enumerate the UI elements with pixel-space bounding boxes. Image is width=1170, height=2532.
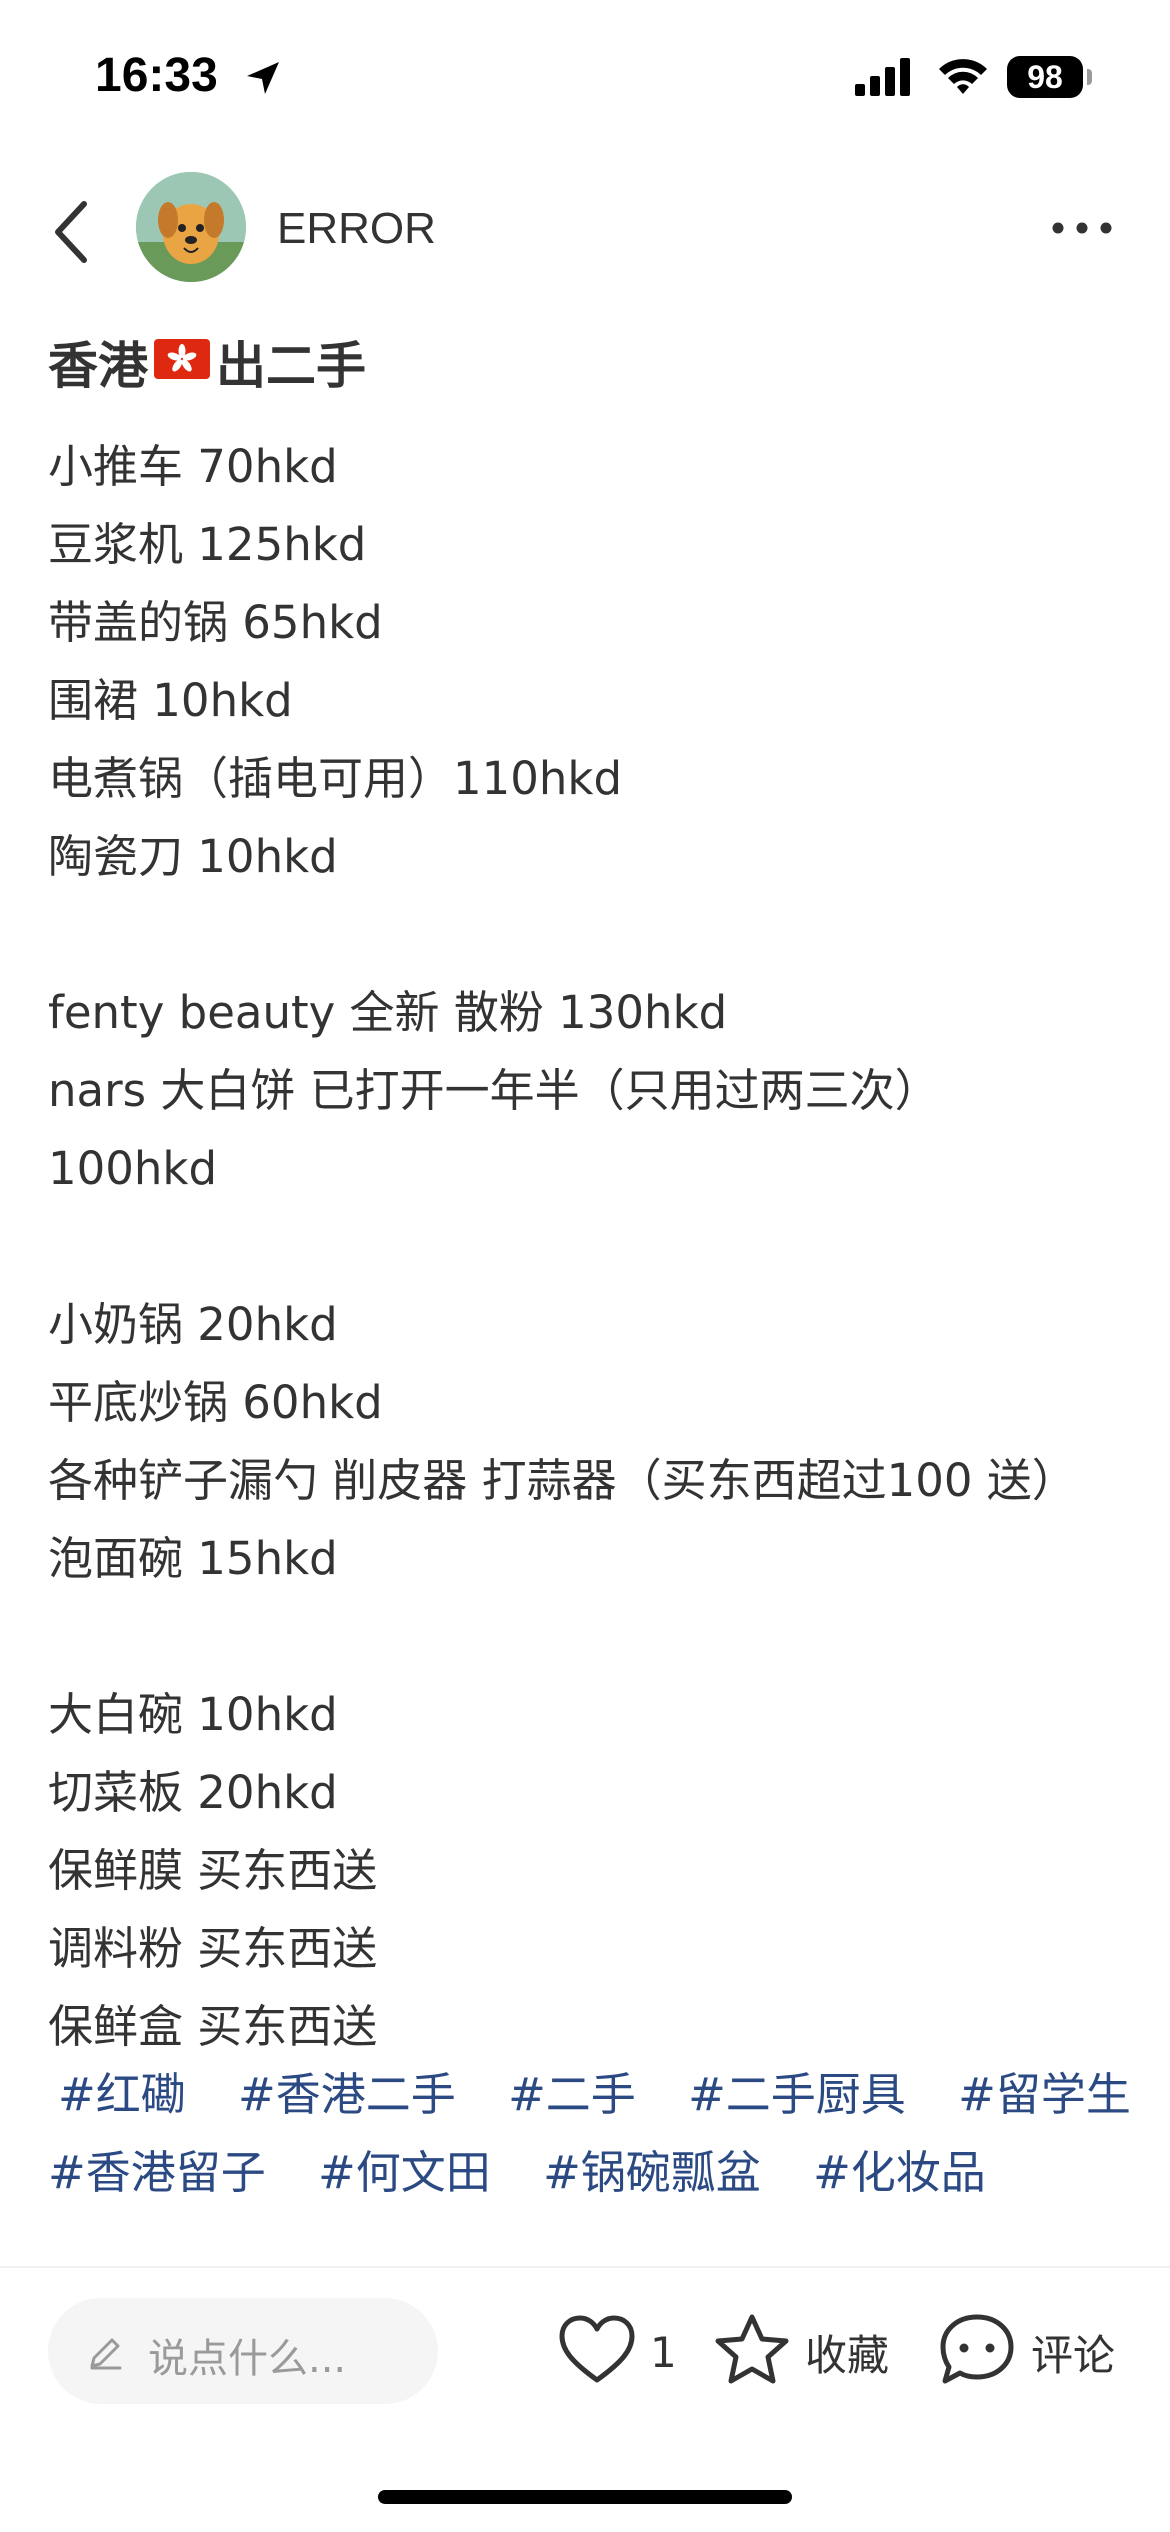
body-blank-line bbox=[48, 1208, 1138, 1286]
comment-input[interactable]: 说点什么... bbox=[48, 2298, 438, 2404]
hashtag-link[interactable]: #红磡 bbox=[58, 2056, 186, 2134]
body-line: 电煮锅（插电可用）110hkd bbox=[48, 752, 623, 805]
cellular-signal-icon bbox=[855, 58, 915, 102]
pencil-icon bbox=[86, 2332, 126, 2376]
hashtag-link[interactable]: #何文田 bbox=[318, 2134, 491, 2212]
hashtag-link[interactable]: #锅碗瓢盆 bbox=[543, 2134, 761, 2212]
hashtag-list: #红磡 #香港二手 #二手 #二手厨具 #留学生 #香港留子 #何文田 #锅碗瓢… bbox=[48, 2056, 1148, 2212]
body-line: 保鲜盒 买东西送 bbox=[48, 2000, 378, 2053]
body-line: nars 大白饼 已打开一年半（只用过两三次） bbox=[48, 1064, 940, 1117]
hashtag-row: #红磡 #香港二手 #二手 #二手厨具 #留学生 bbox=[48, 2056, 1148, 2134]
body-line: fenty beauty 全新 散粉 130hkd bbox=[48, 986, 728, 1039]
home-indicator[interactable] bbox=[378, 2490, 792, 2504]
comment-button[interactable]: 评论 bbox=[937, 2310, 1115, 2394]
status-bar: 16:33 98 bbox=[0, 0, 1170, 150]
hashtag-link[interactable]: #二手厨具 bbox=[688, 2056, 906, 2134]
hong-kong-flag-icon bbox=[154, 333, 210, 391]
body-line: 带盖的锅 65hkd bbox=[48, 596, 383, 649]
body-line: 平底炒锅 60hkd bbox=[48, 1376, 383, 1429]
hashtag-row: #香港留子 #何文田 #锅碗瓢盆 #化妆品 bbox=[48, 2134, 1148, 2212]
post-body: 小推车 70hkd 豆浆机 125hkd 带盖的锅 65hkd 围裙 10hkd… bbox=[48, 428, 1138, 2066]
comment-label: 评论 bbox=[1031, 2330, 1116, 2380]
post-header: ERROR bbox=[0, 160, 1170, 300]
star-icon bbox=[713, 2312, 791, 2392]
hashtag-link[interactable]: #留学生 bbox=[958, 2056, 1131, 2134]
back-chevron-icon[interactable] bbox=[52, 200, 92, 268]
more-options-icon[interactable] bbox=[1050, 220, 1114, 240]
hashtag-link[interactable]: #香港留子 bbox=[48, 2134, 266, 2212]
comment-placeholder: 说点什么... bbox=[148, 2336, 347, 2382]
like-count: 1 bbox=[650, 2327, 677, 2377]
post-title: 香港 出二手 bbox=[48, 326, 366, 398]
wifi-icon bbox=[937, 56, 989, 100]
body-line: 100hkd bbox=[48, 1142, 218, 1195]
heart-icon bbox=[558, 2314, 636, 2390]
body-blank-line bbox=[48, 896, 1138, 974]
battery-tip bbox=[1087, 69, 1092, 85]
like-button[interactable]: 1 bbox=[558, 2310, 677, 2394]
body-line: 大白碗 10hkd bbox=[48, 1688, 338, 1741]
author-name[interactable]: ERROR bbox=[277, 204, 436, 254]
body-line: 泡面碗 15hkd bbox=[48, 1532, 338, 1585]
body-line: 保鲜膜 买东西送 bbox=[48, 1844, 378, 1897]
hashtag-link[interactable]: #二手 bbox=[508, 2056, 636, 2134]
title-left: 香港 bbox=[48, 337, 148, 395]
battery-level: 98 bbox=[1027, 59, 1063, 95]
speech-bubble-icon bbox=[937, 2311, 1017, 2393]
battery-indicator: 98 bbox=[1007, 56, 1083, 98]
author-avatar[interactable] bbox=[136, 172, 246, 282]
body-line: 各种铲子漏勺 削皮器 打蒜器（买东西超过100 送） bbox=[48, 1454, 1077, 1507]
hashtag-link[interactable]: #香港二手 bbox=[238, 2056, 456, 2134]
body-line: 小奶锅 20hkd bbox=[48, 1298, 338, 1351]
body-line: 陶瓷刀 10hkd bbox=[48, 830, 338, 883]
title-right: 出二手 bbox=[216, 337, 366, 395]
body-line: 小推车 70hkd bbox=[48, 440, 338, 493]
favorite-button[interactable]: 收藏 bbox=[713, 2310, 889, 2394]
status-time: 16:33 bbox=[95, 49, 218, 102]
body-blank-line bbox=[48, 1598, 1138, 1676]
body-line: 豆浆机 125hkd bbox=[48, 518, 367, 571]
bottom-bar-divider bbox=[0, 2266, 1170, 2268]
hashtag-link[interactable]: #化妆品 bbox=[813, 2134, 986, 2212]
location-arrow-icon bbox=[243, 58, 283, 102]
favorite-label: 收藏 bbox=[805, 2330, 890, 2380]
body-line: 切菜板 20hkd bbox=[48, 1766, 338, 1819]
screen: 16:33 98 ERROR 香港 出二手 小推车 70hkd 豆浆机 125h… bbox=[0, 0, 1170, 2532]
body-line: 围裙 10hkd bbox=[48, 674, 293, 727]
body-line: 调料粉 买东西送 bbox=[48, 1922, 378, 1975]
